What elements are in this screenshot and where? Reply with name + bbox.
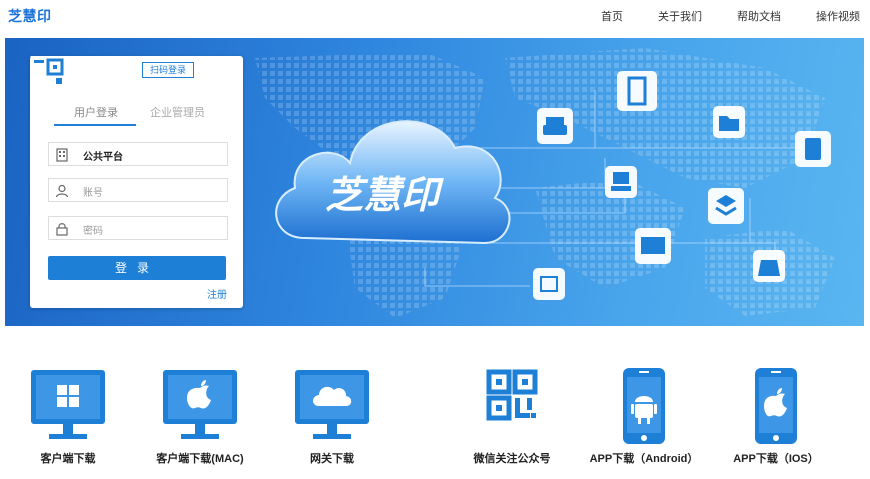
- hero-banner: 芝慧印 扫码登录 用户登录 企业管理员 公共平台 账号 密码 登录 注册: [5, 38, 864, 326]
- nav-item-videos[interactable]: 操作视频: [816, 8, 860, 24]
- password-input[interactable]: 密码: [48, 216, 228, 240]
- qr-login-button[interactable]: 扫码登录: [142, 62, 194, 78]
- layers-tile-icon: [708, 188, 744, 224]
- android-phone-icon: [623, 368, 665, 444]
- platform-select[interactable]: 公共平台: [48, 142, 228, 166]
- document-scan-tile-icon: [617, 71, 657, 111]
- nav-item-about[interactable]: 关于我们: [658, 8, 702, 24]
- password-placeholder: 密码: [83, 226, 103, 237]
- hand-money-tile-icon: [605, 166, 637, 198]
- apple-phone-icon: [755, 368, 797, 444]
- scan-frame-tile-icon: [533, 268, 565, 300]
- download-app-ios[interactable]: APP下载（IOS）: [716, 368, 836, 466]
- printer-tile-icon: [537, 108, 573, 144]
- download-label: 客户端下载: [40, 453, 96, 465]
- download-label: APP下载（IOS）: [733, 453, 819, 465]
- cloud-monitor-icon: [295, 370, 369, 439]
- top-navigation-bar: 芝慧印 首页 关于我们 帮助文档 操作视频: [0, 0, 870, 36]
- register-link[interactable]: 注册: [207, 286, 227, 301]
- login-tabs: 用户登录 企业管理员: [48, 104, 228, 126]
- windows-monitor-icon: [31, 370, 105, 439]
- download-app-android[interactable]: APP下载（Android）: [584, 368, 704, 466]
- login-button[interactable]: 登录: [48, 256, 226, 280]
- download-client-windows[interactable]: 客户端下载: [8, 368, 128, 466]
- account-input[interactable]: 账号: [48, 178, 228, 202]
- main-nav: 首页 关于我们 帮助文档 操作视频: [566, 8, 860, 24]
- qr-code-icon: [486, 369, 538, 421]
- money-bag-tile-icon: [753, 250, 785, 282]
- cloud-brand-text: 芝慧印: [325, 175, 444, 217]
- tab-enterprise-admin[interactable]: 企业管理员: [150, 104, 205, 120]
- wechat-follow-official-account[interactable]: 微信关注公众号: [452, 368, 572, 466]
- download-label: 客户端下载(MAC): [156, 453, 244, 465]
- lock-icon: [56, 223, 68, 236]
- building-icon: [56, 148, 68, 162]
- download-client-mac[interactable]: 客户端下载(MAC): [140, 368, 260, 466]
- download-gateway[interactable]: 网关下载: [272, 368, 392, 466]
- download-label: APP下载（Android）: [589, 453, 699, 465]
- platform-value: 公共平台: [83, 152, 123, 163]
- site-logo[interactable]: 芝慧印: [8, 6, 52, 26]
- id-card-tile-icon: [635, 228, 671, 264]
- download-label: 网关下载: [310, 453, 354, 465]
- qr-code-corner-icon[interactable]: [30, 56, 66, 92]
- folder-tile-icon: [713, 106, 745, 138]
- account-placeholder: 账号: [83, 188, 103, 199]
- active-tab-indicator: [54, 124, 136, 126]
- nav-item-help-docs[interactable]: 帮助文档: [737, 8, 781, 24]
- login-panel: 扫码登录 用户登录 企业管理员 公共平台 账号 密码 登录 注册: [30, 56, 243, 308]
- tab-user-login[interactable]: 用户登录: [74, 104, 118, 120]
- document-copy-tile-icon: [795, 131, 831, 167]
- download-label: 微信关注公众号: [473, 453, 551, 465]
- apple-monitor-icon: [163, 370, 237, 439]
- user-icon: [55, 184, 69, 198]
- nav-item-home[interactable]: 首页: [601, 8, 623, 24]
